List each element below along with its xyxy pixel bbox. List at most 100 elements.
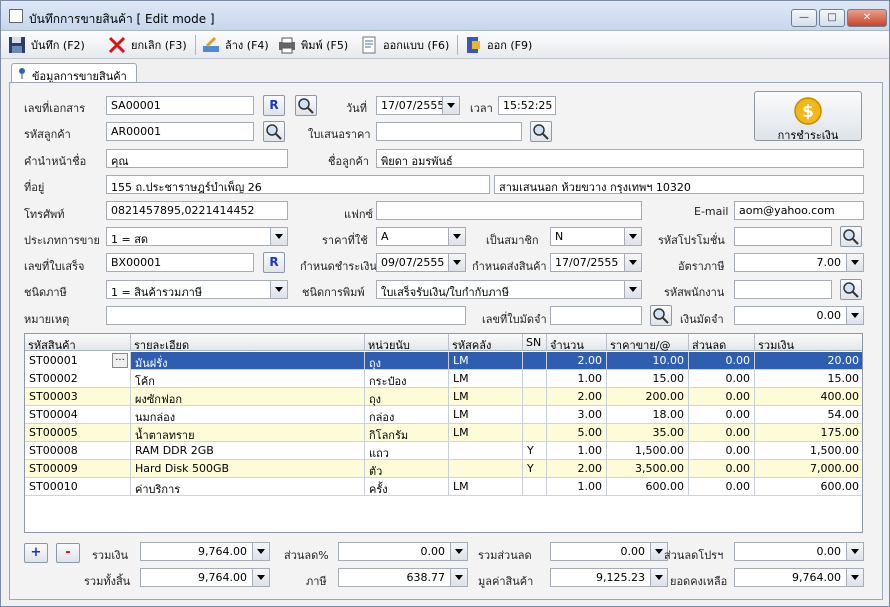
cell-disc[interactable]: 0.00: [689, 388, 755, 406]
cell-sn[interactable]: [523, 424, 547, 442]
tab-sales-info[interactable]: ข้อมูลการขายสินค้า: [11, 63, 137, 83]
cell-price[interactable]: 200.00: [607, 388, 689, 406]
cell-unit[interactable]: กระป๋อง: [365, 370, 449, 388]
receipt-field[interactable]: BX00001: [106, 253, 254, 272]
cell-unit[interactable]: ตัว: [365, 460, 449, 478]
fax-field[interactable]: [376, 201, 642, 220]
cell-qty[interactable]: 1.00: [547, 442, 607, 460]
cell-code[interactable]: ST00009: [25, 460, 131, 478]
tax-rate-select[interactable]: 7.00: [734, 253, 864, 272]
cell-code[interactable]: ST00005: [25, 424, 131, 442]
table-row[interactable]: ST00010 ค่าบริการ ครั้ง LM 1.00 600.00 0.00 600…: [25, 478, 862, 496]
payment-button[interactable]: $ การชำระเงิน: [754, 91, 862, 142]
cell-disc[interactable]: 0.00: [689, 478, 755, 496]
refresh-receipt-button[interactable]: R: [263, 252, 285, 273]
cell-sn[interactable]: [523, 352, 547, 370]
cell-disc[interactable]: 0.00: [689, 424, 755, 442]
cell-price[interactable]: 35.00: [607, 424, 689, 442]
cell-qty[interactable]: 2.00: [547, 388, 607, 406]
cell-wh[interactable]: LM: [449, 424, 523, 442]
cell-sn[interactable]: [523, 370, 547, 388]
cell-desc[interactable]: ผงซักฟอก: [131, 388, 365, 406]
price-select[interactable]: A: [376, 227, 466, 246]
time-field[interactable]: 15:52:25: [498, 96, 556, 115]
goods-value-field[interactable]: 9,125.23: [550, 568, 668, 587]
balance-field[interactable]: 9,764.00: [734, 568, 864, 587]
cell-total[interactable]: 7,000.00: [755, 460, 862, 478]
cell-unit[interactable]: ครั้ง: [365, 478, 449, 496]
cell-total[interactable]: 54.00: [755, 406, 862, 424]
cell-code[interactable]: ST00008: [25, 442, 131, 460]
cancel-button[interactable]: ยกเลิก (F3): [107, 34, 187, 56]
subtotal-field[interactable]: 9,764.00: [140, 542, 270, 561]
phone-field[interactable]: 0821457895,0221414452: [106, 201, 288, 220]
cell-sn[interactable]: [523, 406, 547, 424]
cell-unit[interactable]: กิโลกรัม: [365, 424, 449, 442]
remove-row-button[interactable]: -: [56, 543, 80, 563]
col-desc[interactable]: รายละเอียด: [131, 334, 365, 351]
employee-field[interactable]: [734, 280, 832, 299]
cell-price[interactable]: 15.00: [607, 370, 689, 388]
cell-sn[interactable]: [523, 478, 547, 496]
cell-wh[interactable]: LM: [449, 478, 523, 496]
cell-disc[interactable]: 0.00: [689, 370, 755, 388]
cell-total[interactable]: 1,500.00: [755, 442, 862, 460]
ship-due-picker[interactable]: 17/07/2555: [550, 253, 642, 272]
search-deposit-button[interactable]: [650, 305, 672, 326]
date-picker[interactable]: 17/07/2555: [376, 96, 460, 115]
clear-button[interactable]: ล้าง (F4): [201, 34, 269, 56]
cell-unit[interactable]: ถุง: [365, 388, 449, 406]
cell-disc[interactable]: 0.00: [689, 460, 755, 478]
member-select[interactable]: N: [550, 227, 642, 246]
cell-desc[interactable]: โค้ก: [131, 370, 365, 388]
add-row-button[interactable]: +: [24, 543, 48, 563]
design-button[interactable]: ออกแบบ (F6): [359, 34, 449, 56]
table-row[interactable]: ST00008 RAM DDR 2GB แถว Y 1.00 1,500.00 0.00 1,…: [25, 442, 862, 460]
promo-disc-field[interactable]: 0.00: [734, 542, 864, 561]
cell-qty[interactable]: 2.00: [547, 352, 607, 370]
cell-desc[interactable]: นมกล่อง: [131, 406, 365, 424]
cell-wh[interactable]: LM: [449, 406, 523, 424]
cell-qty[interactable]: 1.00: [547, 370, 607, 388]
table-row[interactable]: ST00005 น้ำตาลทราย กิโลกรัม LM 5.00 35.00 0.00…: [25, 424, 862, 442]
maximize-button[interactable]: □: [819, 9, 845, 27]
col-unit[interactable]: หน่วยนับ: [365, 334, 449, 351]
grand-total-field[interactable]: 9,764.00: [140, 568, 270, 587]
cell-desc[interactable]: มันฝรั่ง: [131, 352, 365, 370]
cell-wh[interactable]: LM: [449, 388, 523, 406]
cell-total[interactable]: 15.00: [755, 370, 862, 388]
address-line2-field[interactable]: สามเสนนอก ห้วยขวาง กรุงเทพฯ 10320: [494, 175, 864, 194]
exit-button[interactable]: ออก (F9): [463, 34, 532, 56]
deposit-select[interactable]: 0.00: [734, 306, 864, 325]
cell-code[interactable]: ST00002: [25, 370, 131, 388]
col-warehouse[interactable]: รหัสคลัง: [449, 334, 523, 351]
col-code[interactable]: รหัสสินค้า: [25, 334, 131, 351]
cell-total[interactable]: 600.00: [755, 478, 862, 496]
cell-desc[interactable]: RAM DDR 2GB: [131, 442, 365, 460]
search-doc-button[interactable]: [295, 95, 317, 116]
col-sn[interactable]: SN: [523, 334, 547, 351]
cell-qty[interactable]: 5.00: [547, 424, 607, 442]
cell-price[interactable]: 10.00: [607, 352, 689, 370]
cell-disc[interactable]: 0.00: [689, 442, 755, 460]
cell-price[interactable]: 1,500.00: [607, 442, 689, 460]
cell-code[interactable]: ST00003: [25, 388, 131, 406]
customer-code-field[interactable]: AR00001: [106, 122, 254, 141]
cell-total[interactable]: 175.00: [755, 424, 862, 442]
cell-desc[interactable]: น้ำตาลทราย: [131, 424, 365, 442]
cell-qty[interactable]: 2.00: [547, 460, 607, 478]
table-row[interactable]: ST00001 มันฝรั่ง ถุง LM 2.00 10.00 0.00 20.00..…: [25, 352, 862, 370]
col-total[interactable]: รวมเงิน: [755, 334, 862, 351]
tax-amount-field[interactable]: 638.77: [338, 568, 468, 587]
email-field[interactable]: aom@yahoo.com: [734, 201, 864, 220]
disc-pct-field[interactable]: 0.00: [338, 542, 468, 561]
col-discount[interactable]: ส่วนลด: [689, 334, 755, 351]
cell-price[interactable]: 18.00: [607, 406, 689, 424]
col-qty[interactable]: จำนวน: [547, 334, 607, 351]
table-row[interactable]: ST00002 โค้ก กระป๋อง LM 1.00 15.00 0.00 15.00: [25, 370, 862, 388]
cell-desc[interactable]: ค่าบริการ: [131, 478, 365, 496]
cell-sn[interactable]: Y: [523, 460, 547, 478]
search-quote-button[interactable]: [530, 121, 552, 142]
quote-field[interactable]: [376, 122, 522, 141]
deposit-no-field[interactable]: [550, 306, 642, 325]
